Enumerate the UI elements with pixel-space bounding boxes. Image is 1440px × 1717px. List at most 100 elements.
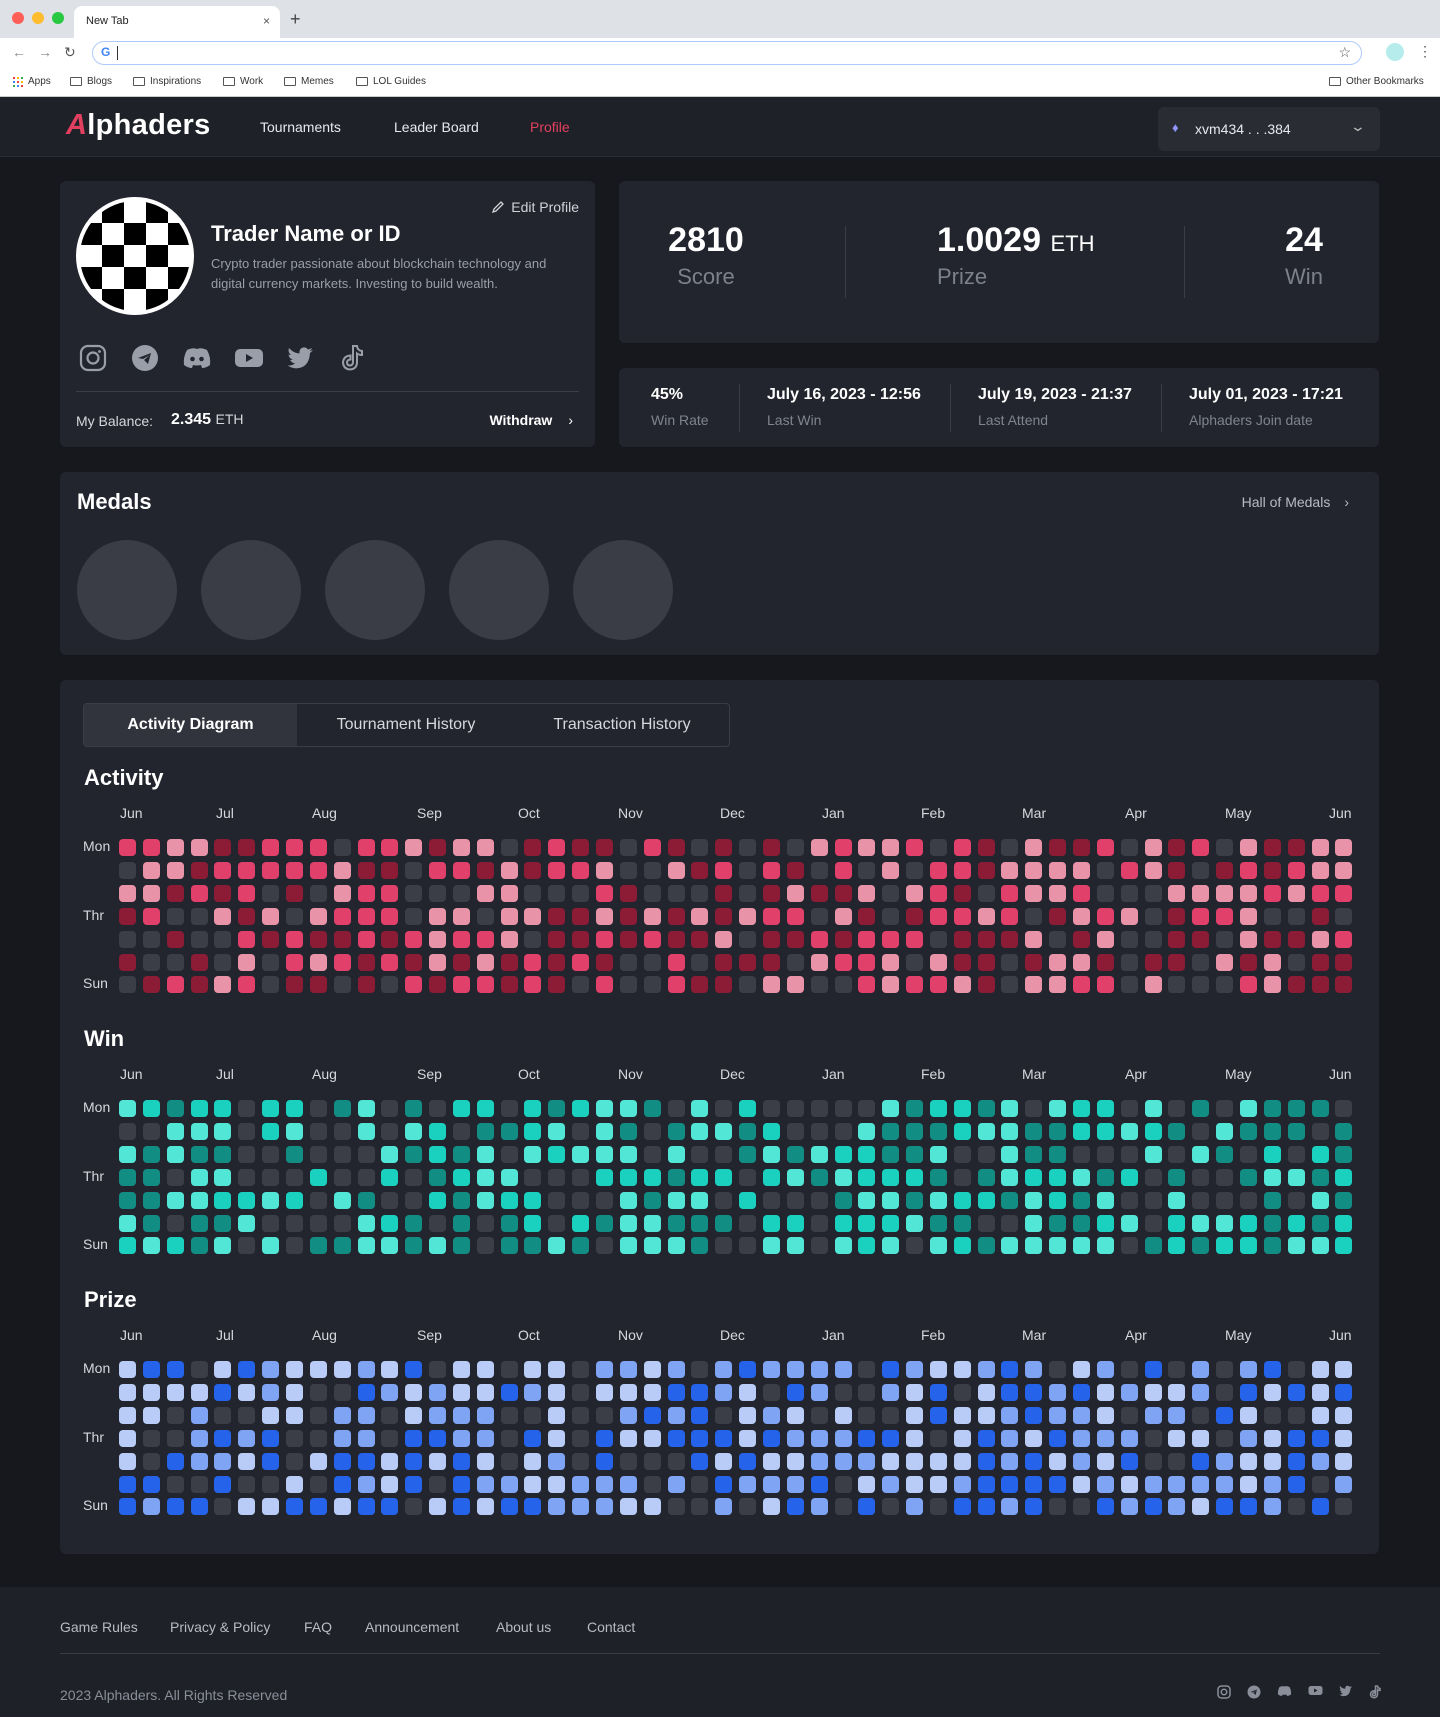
- heatmap-cell[interactable]: [643, 953, 661, 971]
- heatmap-cell[interactable]: [882, 1475, 900, 1493]
- heatmap-cell[interactable]: [691, 1168, 709, 1186]
- heatmap-cell[interactable]: [524, 1100, 542, 1117]
- heatmap-cell[interactable]: [1120, 907, 1138, 925]
- heatmap-cell[interactable]: [1096, 976, 1114, 994]
- heatmap-cell[interactable]: [786, 976, 804, 994]
- heatmap-cell[interactable]: [691, 1122, 709, 1140]
- heatmap-cell[interactable]: [119, 884, 136, 902]
- heatmap-cell[interactable]: [1335, 976, 1353, 994]
- heatmap-cell[interactable]: [452, 1168, 470, 1186]
- heatmap-cell[interactable]: [1263, 1361, 1281, 1378]
- heatmap-cell[interactable]: [762, 930, 780, 948]
- heatmap-cell[interactable]: [739, 1498, 757, 1516]
- heatmap-cell[interactable]: [906, 1452, 924, 1470]
- heatmap-cell[interactable]: [953, 953, 971, 971]
- heatmap-cell[interactable]: [1120, 1168, 1138, 1186]
- heatmap-cell[interactable]: [572, 1383, 590, 1401]
- heatmap-cell[interactable]: [405, 1214, 423, 1232]
- heatmap-cell[interactable]: [285, 1237, 303, 1255]
- heatmap-cell[interactable]: [333, 1406, 351, 1424]
- heatmap-cell[interactable]: [1096, 884, 1114, 902]
- heatmap-cell[interactable]: [166, 1383, 184, 1401]
- heatmap-cell[interactable]: [643, 1361, 661, 1378]
- heatmap-cell[interactable]: [643, 1237, 661, 1255]
- heatmap-cell[interactable]: [643, 1429, 661, 1447]
- heatmap-cell[interactable]: [476, 930, 494, 948]
- heatmap-cell[interactable]: [643, 1100, 661, 1117]
- heatmap-cell[interactable]: [596, 1406, 613, 1424]
- heatmap-cell[interactable]: [285, 1191, 303, 1209]
- heatmap-cell[interactable]: [166, 1122, 184, 1140]
- heatmap-cell[interactable]: [1001, 1100, 1019, 1117]
- heatmap-cell[interactable]: [572, 1361, 590, 1378]
- heatmap-cell[interactable]: [1192, 839, 1210, 856]
- heatmap-cell[interactable]: [882, 861, 900, 879]
- heatmap-cell[interactable]: [858, 884, 876, 902]
- heatmap-cell[interactable]: [238, 1361, 256, 1378]
- heatmap-cell[interactable]: [1096, 1361, 1114, 1378]
- bookmark-work[interactable]: Work: [223, 76, 263, 87]
- heatmap-cell[interactable]: [1311, 839, 1329, 856]
- heatmap-cell[interactable]: [190, 1191, 208, 1209]
- heatmap-cell[interactable]: [1144, 1406, 1162, 1424]
- heatmap-cell[interactable]: [1216, 861, 1234, 879]
- heatmap-cell[interactable]: [1120, 861, 1138, 879]
- heatmap-cell[interactable]: [1001, 861, 1019, 879]
- heatmap-cell[interactable]: [238, 1168, 256, 1186]
- heatmap-cell[interactable]: [405, 1122, 423, 1140]
- heatmap-cell[interactable]: [214, 1498, 232, 1516]
- heatmap-cell[interactable]: [1263, 907, 1281, 925]
- heatmap-cell[interactable]: [834, 1361, 852, 1378]
- heatmap-cell[interactable]: [882, 1191, 900, 1209]
- heatmap-cell[interactable]: [429, 1214, 447, 1232]
- heatmap-cell[interactable]: [739, 1122, 757, 1140]
- heatmap-cell[interactable]: [476, 1429, 494, 1447]
- heatmap-cell[interactable]: [1073, 1145, 1090, 1163]
- heatmap-cell[interactable]: [309, 1475, 327, 1493]
- heatmap-cell[interactable]: [1287, 907, 1305, 925]
- heatmap-cell[interactable]: [953, 1429, 971, 1447]
- heatmap-cell[interactable]: [405, 1100, 423, 1117]
- heatmap-cell[interactable]: [906, 907, 924, 925]
- heatmap-cell[interactable]: [1192, 861, 1210, 879]
- heatmap-cell[interactable]: [119, 930, 136, 948]
- heatmap-cell[interactable]: [643, 1498, 661, 1516]
- heatmap-cell[interactable]: [190, 930, 208, 948]
- heatmap-cell[interactable]: [1025, 1237, 1043, 1255]
- nav-tournaments[interactable]: Tournaments: [260, 119, 341, 135]
- heatmap-cell[interactable]: [1073, 1452, 1090, 1470]
- heatmap-cell[interactable]: [1049, 839, 1067, 856]
- heatmap-cell[interactable]: [357, 1498, 375, 1516]
- heatmap-cell[interactable]: [1239, 1429, 1257, 1447]
- heatmap-cell[interactable]: [929, 1361, 947, 1378]
- heatmap-cell[interactable]: [1073, 1237, 1090, 1255]
- heatmap-cell[interactable]: [739, 1168, 757, 1186]
- heatmap-cell[interactable]: [572, 1122, 590, 1140]
- heatmap-cell[interactable]: [1335, 1168, 1353, 1186]
- heatmap-cell[interactable]: [1144, 1237, 1162, 1255]
- heatmap-cell[interactable]: [786, 1191, 804, 1209]
- heatmap-cell[interactable]: [762, 953, 780, 971]
- heatmap-cell[interactable]: [309, 1452, 327, 1470]
- heatmap-cell[interactable]: [1096, 1214, 1114, 1232]
- heatmap-cell[interactable]: [762, 1475, 780, 1493]
- heatmap-cell[interactable]: [1239, 1145, 1257, 1163]
- heatmap-cell[interactable]: [858, 976, 876, 994]
- heatmap-cell[interactable]: [882, 1452, 900, 1470]
- heatmap-cell[interactable]: [452, 1406, 470, 1424]
- heatmap-cell[interactable]: [1168, 1383, 1186, 1401]
- heatmap-cell[interactable]: [977, 1122, 995, 1140]
- heatmap-cell[interactable]: [1144, 1214, 1162, 1232]
- heatmap-cell[interactable]: [452, 1214, 470, 1232]
- heatmap-cell[interactable]: [1335, 839, 1353, 856]
- heatmap-cell[interactable]: [762, 1122, 780, 1140]
- heatmap-cell[interactable]: [1120, 976, 1138, 994]
- heatmap-cell[interactable]: [929, 1498, 947, 1516]
- heatmap-cell[interactable]: [715, 1429, 733, 1447]
- heatmap-cell[interactable]: [1287, 1168, 1305, 1186]
- heatmap-cell[interactable]: [953, 1406, 971, 1424]
- heatmap-cell[interactable]: [1073, 930, 1090, 948]
- heatmap-cell[interactable]: [166, 861, 184, 879]
- heatmap-cell[interactable]: [929, 1452, 947, 1470]
- heatmap-cell[interactable]: [786, 861, 804, 879]
